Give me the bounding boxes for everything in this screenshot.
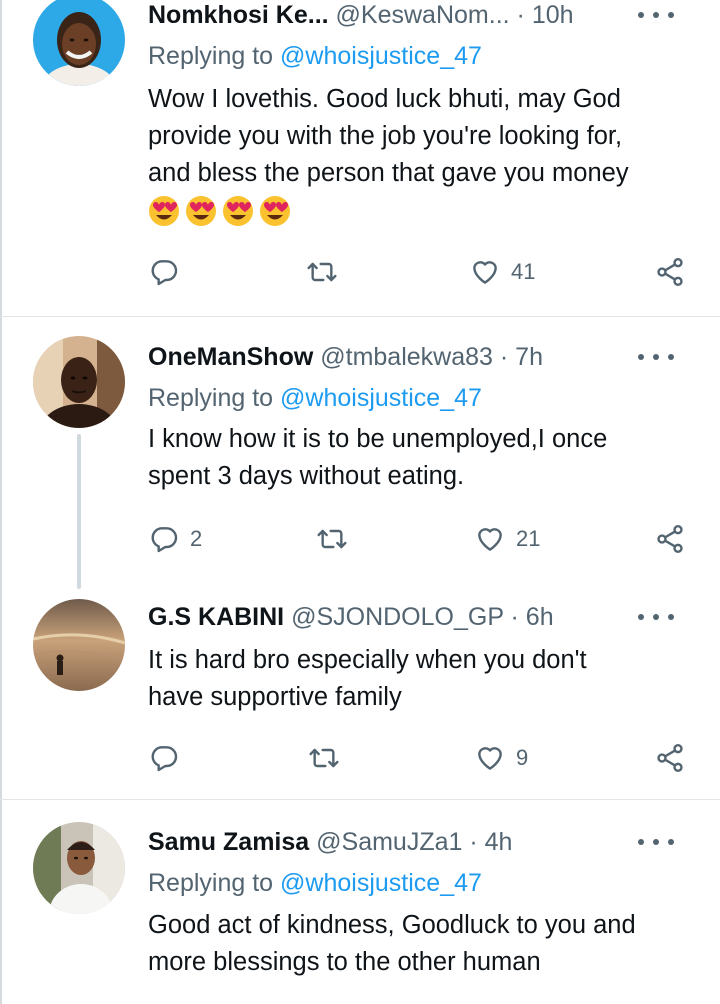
replying-mention-link[interactable]: @whoisjustice_47 bbox=[280, 869, 482, 897]
tweet-2[interactable]: OneManShow @tmbalekwa83 · 7h Replying to… bbox=[0, 317, 720, 589]
thread-line bbox=[77, 434, 81, 589]
emoji-row bbox=[147, 193, 292, 227]
replying-to: Replying to @whoisjustice_47 bbox=[148, 40, 482, 72]
tweet-text-line: It is hard bro especially when you don't bbox=[148, 646, 587, 674]
like-button[interactable]: 41 bbox=[469, 252, 535, 292]
like-count: 41 bbox=[511, 259, 536, 284]
user-handle[interactable]: @SJONDOLO_GP bbox=[291, 603, 503, 631]
retweet-button[interactable] bbox=[308, 738, 340, 778]
like-count: 21 bbox=[516, 526, 541, 551]
like-count: 9 bbox=[516, 745, 529, 770]
separator-dot: · bbox=[516, 1, 525, 29]
tweet-header: G.S KABINI @SJONDOLO_GP · 6h bbox=[148, 600, 700, 634]
user-handle[interactable]: @tmbalekwa83 bbox=[320, 343, 493, 371]
share-button[interactable] bbox=[654, 519, 686, 559]
reply-button[interactable] bbox=[148, 252, 190, 292]
replying-mention-link[interactable]: @whoisjustice_47 bbox=[280, 42, 482, 70]
share-icon bbox=[657, 525, 683, 553]
display-name[interactable]: G.S KABINI bbox=[148, 603, 284, 631]
more-icon[interactable] bbox=[638, 825, 674, 859]
share-icon bbox=[657, 258, 683, 286]
share-icon bbox=[657, 744, 683, 772]
timestamp[interactable]: 7h bbox=[515, 343, 543, 371]
share-button[interactable] bbox=[654, 252, 686, 292]
tweet-text-line: spent 3 days without eating. bbox=[148, 462, 465, 490]
reply-icon bbox=[151, 746, 178, 772]
user-handle[interactable]: @SamuJZa1 bbox=[316, 828, 462, 856]
retweet-button[interactable] bbox=[316, 519, 348, 559]
tweet-4[interactable]: Samu Zamisa @SamuJZa1 · 4h Replying to @… bbox=[0, 800, 720, 1004]
reply-icon bbox=[151, 260, 178, 286]
separator-dot: · bbox=[499, 343, 509, 371]
retweet-button[interactable] bbox=[306, 252, 338, 292]
tweet-text: It is hard bro especially when you don't… bbox=[148, 642, 708, 716]
timestamp[interactable]: 4h bbox=[485, 828, 513, 856]
retweet-icon bbox=[307, 262, 337, 282]
tweet-text-line: and bless the person that gave you money bbox=[148, 159, 629, 187]
reply-button[interactable]: 2 bbox=[148, 519, 202, 559]
display-name[interactable]: Nomkhosi Ke... bbox=[148, 1, 329, 29]
tweet-text-line: more blessings to the other human bbox=[148, 948, 541, 976]
timestamp[interactable]: 10h bbox=[532, 1, 574, 29]
heart-eyes-emoji bbox=[223, 196, 253, 226]
like-button[interactable]: 9 bbox=[474, 738, 528, 778]
avatar[interactable] bbox=[33, 0, 125, 86]
replying-label: Replying to bbox=[148, 384, 281, 412]
display-name[interactable]: Samu Zamisa bbox=[148, 828, 309, 856]
share-button[interactable] bbox=[654, 738, 686, 778]
replying-label: Replying to bbox=[148, 869, 281, 897]
replying-to: Replying to @whoisjustice_47 bbox=[148, 382, 482, 414]
action-bar: 41 bbox=[0, 252, 720, 292]
tweet-text-line: provide you with the job you're looking … bbox=[148, 122, 623, 150]
more-icon[interactable] bbox=[638, 0, 674, 32]
tweet-text-line: Good act of kindness, Goodluck to you an… bbox=[148, 911, 636, 939]
tweet-header: Samu Zamisa @SamuJZa1 · 4h bbox=[148, 825, 700, 859]
tweet-text-line: have supportive family bbox=[148, 683, 402, 711]
action-bar: 9 bbox=[0, 738, 720, 778]
action-bar: 2 21 bbox=[0, 519, 720, 559]
heart-eyes-emoji bbox=[186, 196, 216, 226]
replying-mention-link[interactable]: @whoisjustice_47 bbox=[280, 384, 482, 412]
heart-icon bbox=[478, 747, 502, 770]
more-icon[interactable] bbox=[638, 340, 674, 374]
user-handle[interactable]: @KeswaNom... bbox=[336, 1, 510, 29]
heart-icon bbox=[478, 528, 502, 551]
tweet-header: OneManShow @tmbalekwa83 · 7h bbox=[148, 340, 700, 374]
timestamp[interactable]: 6h bbox=[526, 603, 554, 631]
avatar[interactable] bbox=[33, 599, 125, 691]
avatar[interactable] bbox=[33, 822, 125, 914]
avatar[interactable] bbox=[33, 336, 125, 428]
tweet-text-line: I know how it is to be unemployed,I once bbox=[148, 425, 608, 453]
heart-eyes-emoji bbox=[149, 196, 179, 226]
replying-label: Replying to bbox=[148, 42, 281, 70]
tweet-text-line: Wow I lovethis. Good luck bhuti, may God bbox=[148, 85, 621, 113]
tweet-text: I know how it is to be unemployed,I once… bbox=[148, 421, 708, 495]
replying-to: Replying to @whoisjustice_47 bbox=[148, 867, 482, 899]
tweet-1[interactable]: Nomkhosi Ke... @KeswaNom... · 10h Replyi… bbox=[0, 0, 720, 316]
separator-dot: · bbox=[510, 603, 519, 631]
reply-count: 2 bbox=[190, 526, 203, 551]
separator-dot: · bbox=[469, 828, 478, 856]
heart-eyes-emoji bbox=[260, 196, 290, 226]
reply-icon bbox=[151, 527, 178, 553]
heart-icon bbox=[473, 261, 497, 284]
tweet-3[interactable]: G.S KABINI @SJONDOLO_GP · 6h It is hard … bbox=[0, 587, 720, 799]
tweet-text: Good act of kindness, Goodluck to you an… bbox=[148, 907, 708, 981]
reply-button[interactable] bbox=[148, 738, 190, 778]
tweet-text: Wow I lovethis. Good luck bhuti, may God… bbox=[148, 81, 708, 192]
retweet-icon bbox=[317, 529, 347, 549]
retweet-icon bbox=[309, 748, 339, 768]
more-icon[interactable] bbox=[638, 600, 674, 634]
display-name[interactable]: OneManShow bbox=[148, 343, 313, 371]
like-button[interactable]: 21 bbox=[474, 519, 540, 559]
tweet-header: Nomkhosi Ke... @KeswaNom... · 10h bbox=[148, 0, 700, 32]
